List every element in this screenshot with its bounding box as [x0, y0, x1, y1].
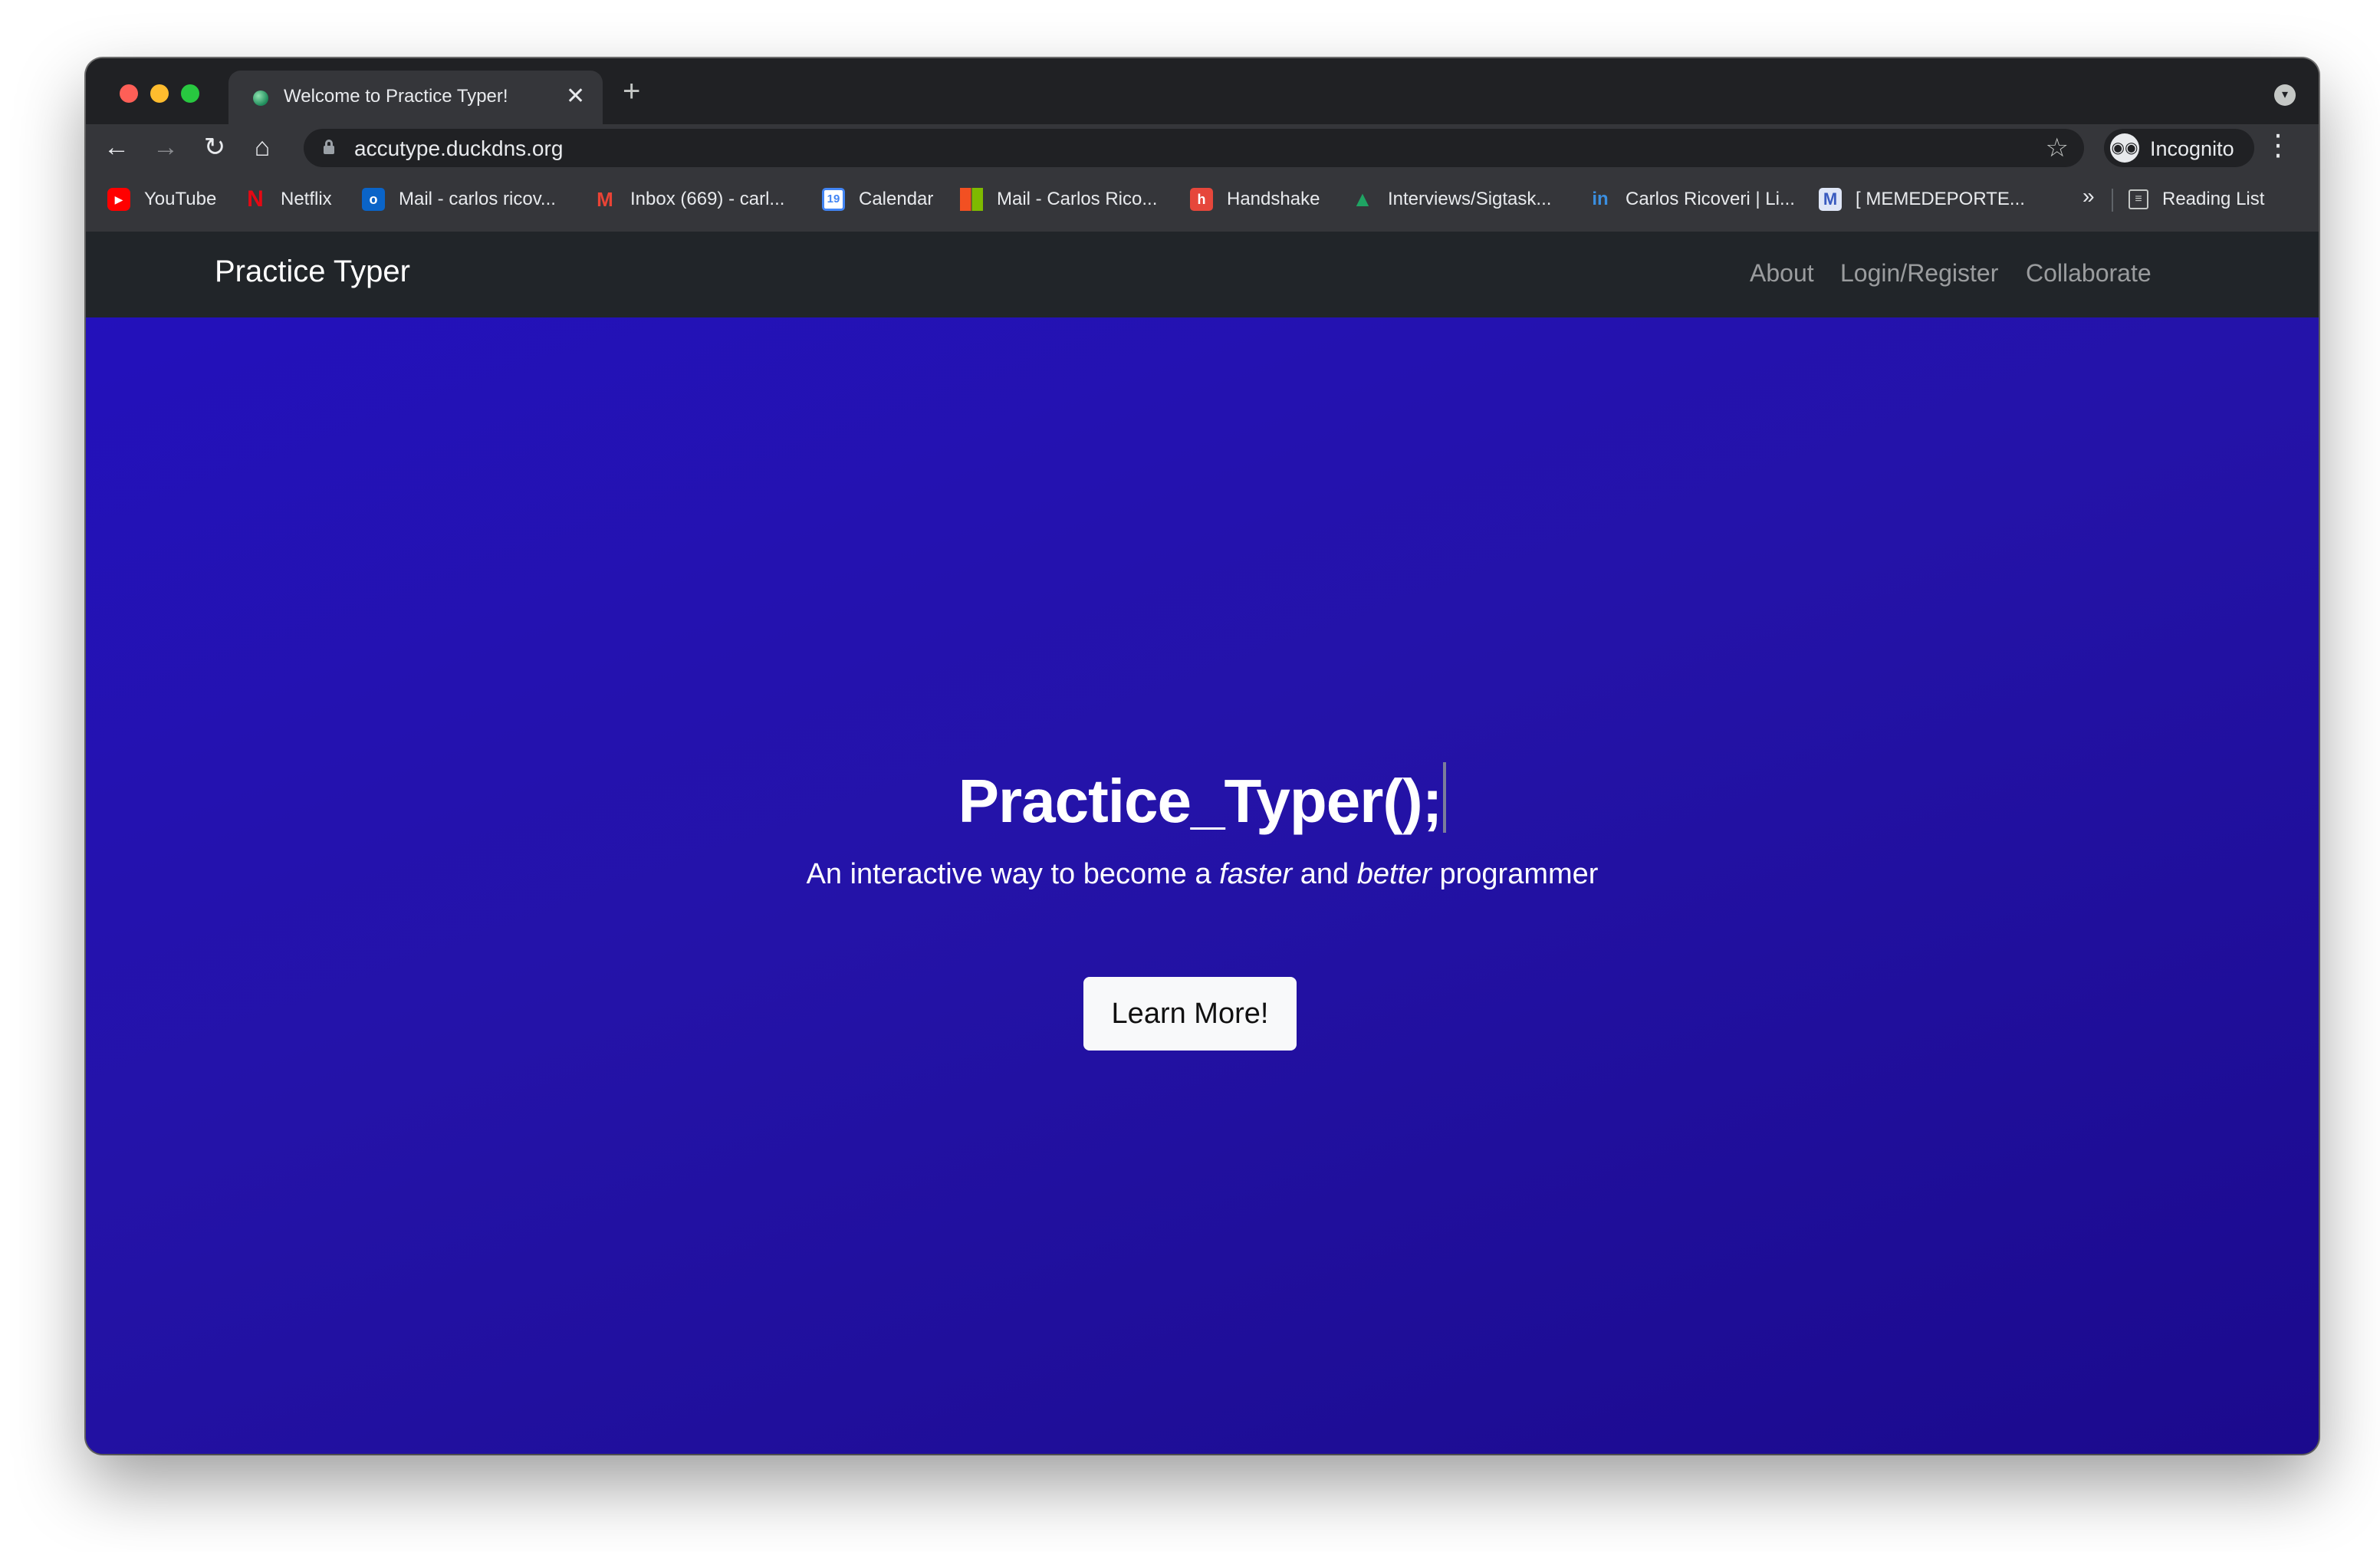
nav-link-collaborate[interactable]: Collaborate [2026, 259, 2152, 288]
bookmarks-divider [2112, 189, 2113, 212]
tab-strip: Welcome to Practice Typer! ✕ + ▾ [86, 58, 2319, 124]
bookmark-gmail-inbox[interactable]: M Inbox (669) - carl... [593, 187, 784, 212]
site-brand-link[interactable]: Practice Typer [215, 255, 410, 289]
incognito-icon: ◉◉ [2110, 133, 2139, 163]
bookmark-outlook-mail[interactable]: o Mail - carlos ricov... [362, 187, 556, 212]
new-tab-button[interactable]: + [623, 72, 640, 110]
subtitle-part: programmer [1431, 858, 1599, 890]
bookmark-calendar[interactable]: 19 Calendar [822, 187, 933, 212]
address-bar[interactable]: accutype.duckdns.org ☆ [304, 129, 2084, 167]
browser-window: Welcome to Practice Typer! ✕ + ▾ ← → ↻ ⌂… [86, 58, 2319, 1454]
url-text[interactable]: accutype.duckdns.org [354, 136, 563, 161]
bookmark-youtube[interactable]: ▶ YouTube [107, 187, 216, 212]
nav-link-login-register[interactable]: Login/Register [1840, 259, 1998, 288]
memedeportes-icon: M [1819, 188, 1842, 211]
linkedin-icon: in [1592, 189, 1609, 209]
site-navbar: Practice Typer About Login/Register Coll… [86, 232, 2319, 317]
bookmark-microsoft-mail[interactable]: Mail - Carlos Rico... [960, 187, 1157, 212]
lock-icon[interactable] [324, 140, 334, 155]
hero-title-text: Practice_Typer(); [958, 767, 1443, 835]
site-favicon-icon [253, 90, 268, 106]
gmail-icon: M [597, 188, 613, 211]
star-icon[interactable]: ☆ [2046, 132, 2069, 164]
outlook-icon: o [362, 188, 385, 211]
three-dot-menu-icon[interactable]: ⋮ [2263, 127, 2293, 164]
subtitle-part: An interactive way to become a [806, 858, 1220, 890]
forward-arrow-icon[interactable]: → [150, 129, 181, 166]
incognito-label: Incognito [2150, 137, 2234, 160]
bookmark-netflix[interactable]: N Netflix [244, 187, 332, 212]
handshake-icon: h [1190, 188, 1213, 211]
tab-close-icon[interactable]: ✕ [566, 81, 585, 112]
close-window-button[interactable] [120, 84, 138, 103]
maximize-window-button[interactable] [181, 84, 199, 103]
hero-section: Practice_Typer(); An interactive way to … [86, 317, 2319, 1454]
page-viewport: Practice Typer About Login/Register Coll… [86, 232, 2319, 1454]
subtitle-emphasis-better: better [1356, 858, 1432, 890]
home-icon[interactable]: ⌂ [247, 129, 278, 166]
microsoft-icon [960, 188, 983, 211]
tab-search-icon[interactable]: ▾ [2274, 84, 2296, 106]
hero-subtitle: An interactive way to become a faster an… [86, 858, 2319, 891]
calendar-icon: 19 [822, 188, 845, 211]
bookmarks-overflow-button[interactable]: » [2082, 184, 2095, 209]
reading-list-button[interactable]: ≡ Reading List [2129, 187, 2264, 212]
netflix-icon: N [247, 186, 264, 212]
nav-link-about[interactable]: About [1750, 259, 1814, 288]
bookmark-handshake[interactable]: h Handshake [1190, 187, 1320, 212]
bookmark-linkedin[interactable]: in Carlos Ricoveri | Li... [1589, 187, 1795, 212]
reading-list-icon: ≡ [2129, 189, 2148, 209]
tab-title: Welcome to Practice Typer! [284, 86, 508, 107]
back-arrow-icon[interactable]: ← [101, 129, 132, 166]
minimize-window-button[interactable] [150, 84, 169, 103]
bookmarks-bar: ▶ YouTube N Netflix o Mail - carlos rico… [86, 170, 2319, 232]
typing-caret [1443, 762, 1447, 833]
subtitle-emphasis-faster: faster [1219, 858, 1293, 890]
reload-icon[interactable]: ↻ [199, 129, 230, 166]
hero-title: Practice_Typer(); [86, 762, 2319, 837]
youtube-icon: ▶ [107, 188, 130, 211]
subtitle-part: and [1292, 858, 1357, 890]
bookmark-memedeportes[interactable]: M [ MEMEDEPORTE... [1819, 187, 2025, 212]
bookmark-google-drive[interactable]: ▲ Interviews/Sigtask... [1351, 187, 1551, 212]
learn-more-button[interactable]: Learn More! [1083, 977, 1297, 1051]
incognito-profile-button[interactable]: ◉◉ Incognito [2104, 129, 2254, 167]
google-drive-icon: ▲ [1352, 187, 1373, 211]
browser-toolbar: ← → ↻ ⌂ accutype.duckdns.org ☆ ◉◉ Incogn… [86, 124, 2319, 170]
active-tab[interactable]: Welcome to Practice Typer! ✕ [228, 71, 603, 124]
